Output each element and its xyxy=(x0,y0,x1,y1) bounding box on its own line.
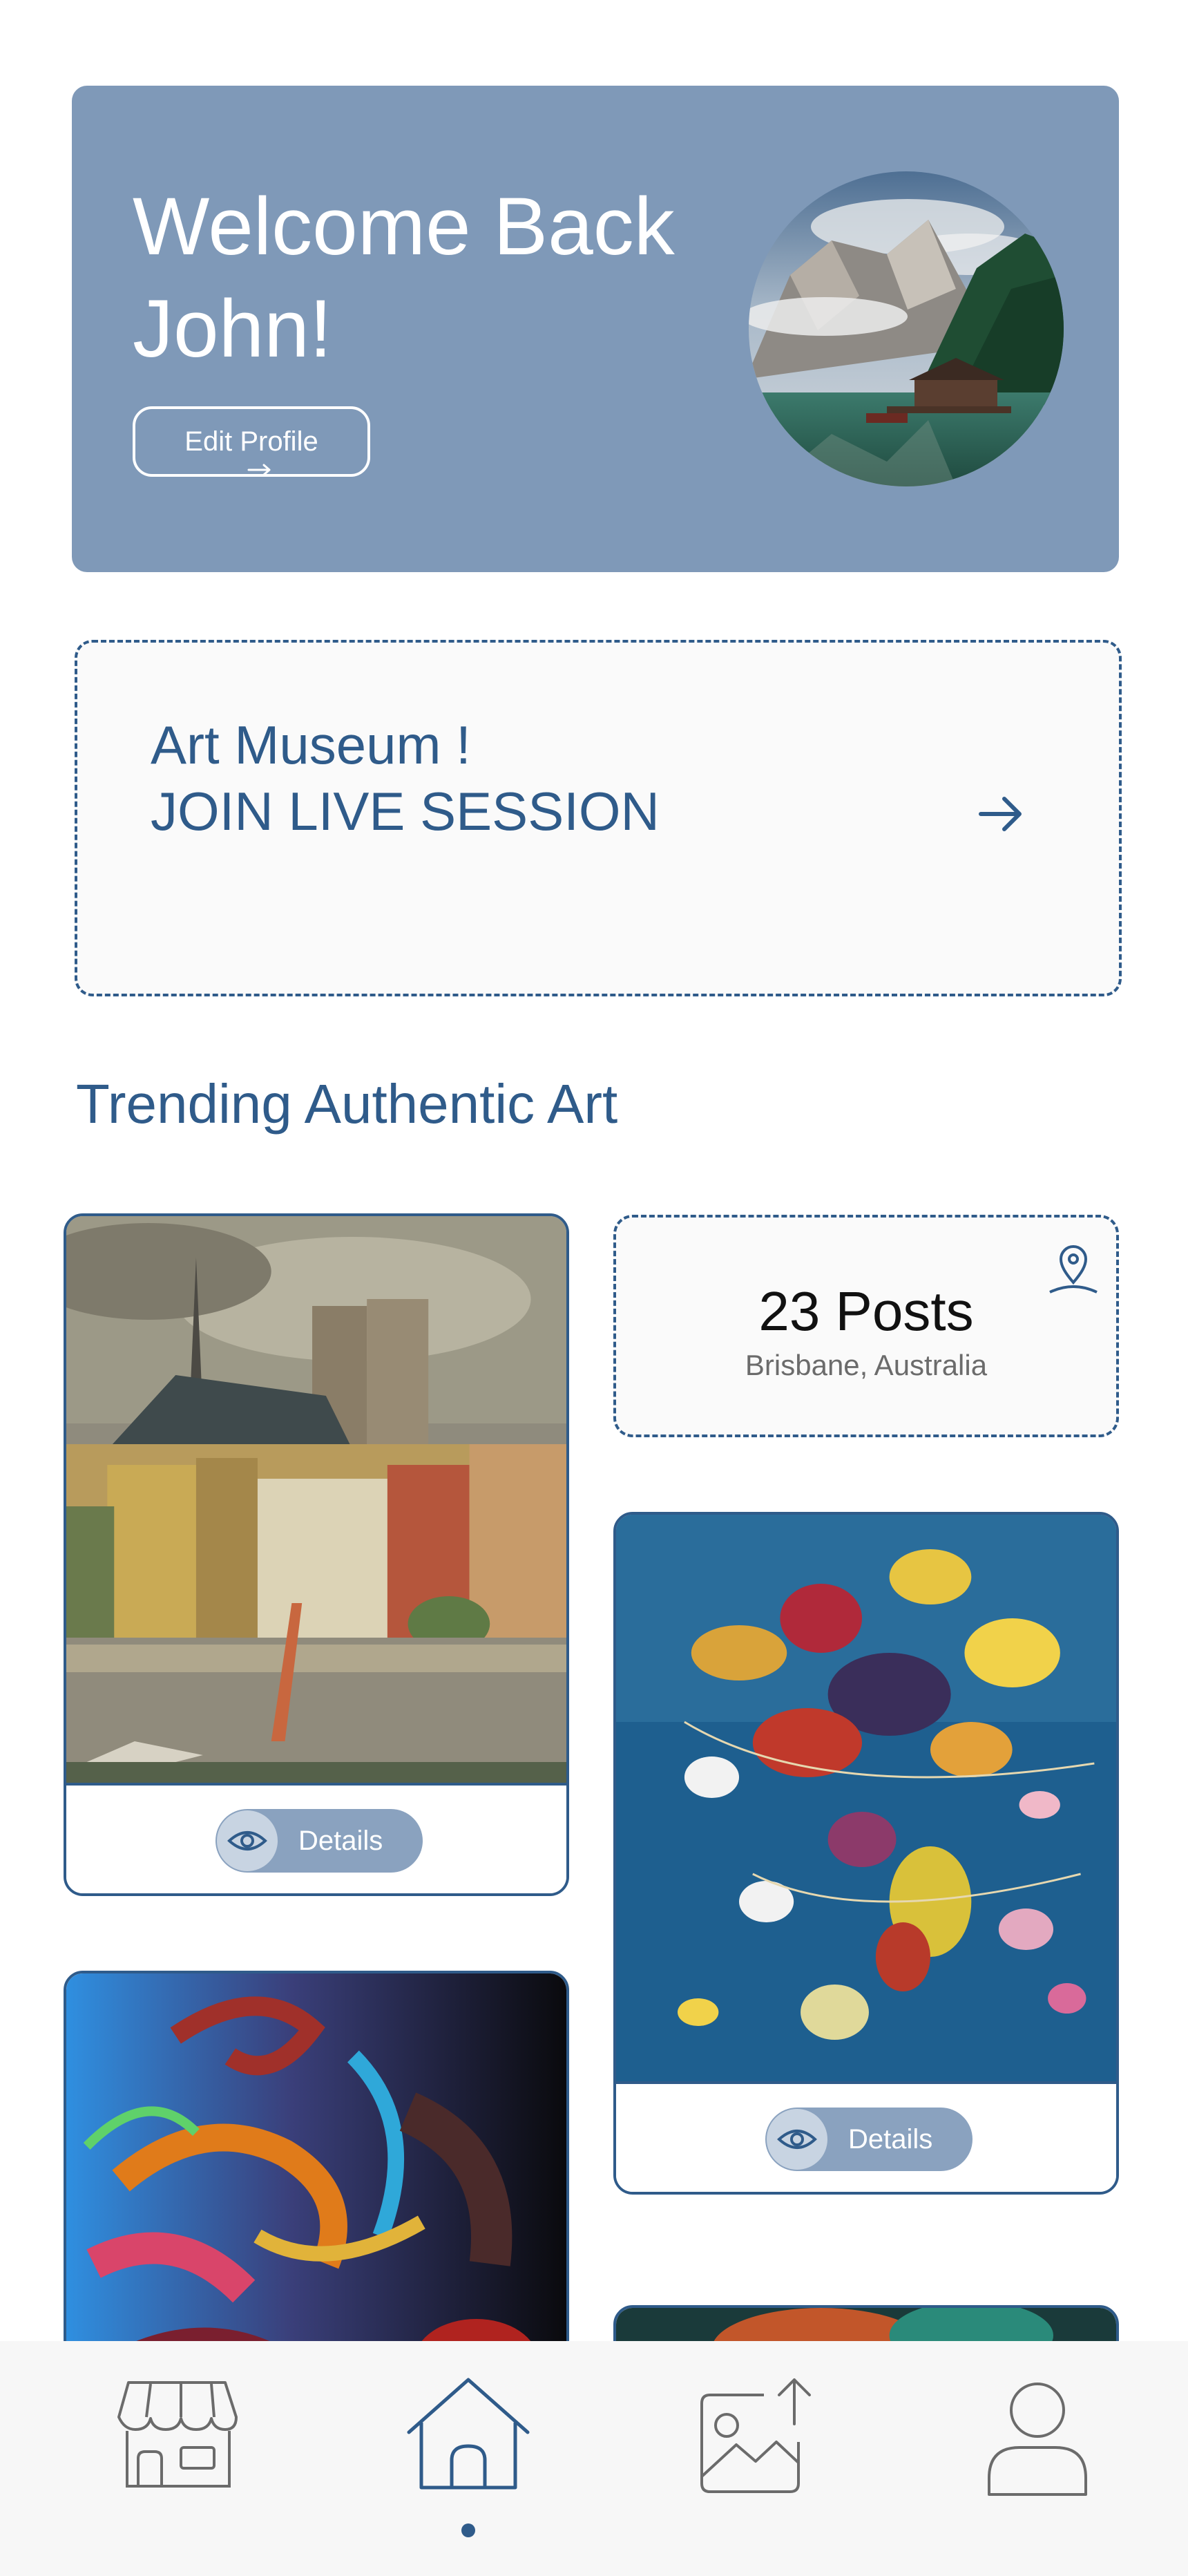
avatar[interactable] xyxy=(749,171,1064,486)
details-label: Details xyxy=(298,1825,383,1856)
posts-summary-card[interactable]: 23 Posts Brisbane, Australia xyxy=(613,1215,1119,1437)
home-icon xyxy=(407,2378,530,2490)
details-button[interactable]: Details xyxy=(215,1809,423,1873)
arrow-right-icon[interactable] xyxy=(977,793,1025,835)
details-label: Details xyxy=(848,2123,933,2154)
image-upload-icon xyxy=(700,2378,811,2493)
active-nav-indicator xyxy=(461,2523,475,2537)
home-screen: Welcome Back John! Edit Profile Art Muse… xyxy=(0,0,1188,2576)
bottom-navigation xyxy=(0,2341,1188,2576)
eye-icon xyxy=(217,1810,278,1871)
art-card[interactable]: Details xyxy=(613,1512,1119,2195)
section-title: Trending Authentic Art xyxy=(76,1073,618,1135)
welcome-card: Welcome Back John! Edit Profile xyxy=(72,86,1119,572)
posts-count: 23 Posts xyxy=(758,1280,974,1342)
avatar-landscape-image xyxy=(749,171,1064,486)
edit-profile-label: Edit Profile xyxy=(184,426,318,457)
eye-icon xyxy=(767,2109,827,2170)
live-session-card[interactable]: Art Museum ! JOIN LIVE SESSION xyxy=(75,640,1122,996)
welcome-title: Welcome Back John! xyxy=(133,181,675,375)
nav-profile[interactable] xyxy=(961,2341,1113,2576)
small-arrow-right-icon xyxy=(247,464,271,476)
nav-home[interactable] xyxy=(392,2341,544,2576)
user-icon xyxy=(988,2383,1087,2496)
art-card[interactable]: Details xyxy=(64,1213,569,1896)
posts-location: Brisbane, Australia xyxy=(745,1349,988,1381)
art-card-footer: Details xyxy=(66,1783,566,1893)
edit-profile-button[interactable]: Edit Profile xyxy=(133,406,370,477)
shop-icon xyxy=(117,2381,238,2488)
live-session-text: Art Museum ! JOIN LIVE SESSION xyxy=(151,714,660,842)
nav-upload[interactable] xyxy=(681,2341,833,2576)
artwork-image xyxy=(616,1515,1116,2083)
art-card-footer: Details xyxy=(616,2081,1116,2192)
details-button[interactable]: Details xyxy=(765,2108,973,2171)
artwork-image xyxy=(66,1216,566,1784)
nav-shop[interactable] xyxy=(101,2341,253,2576)
